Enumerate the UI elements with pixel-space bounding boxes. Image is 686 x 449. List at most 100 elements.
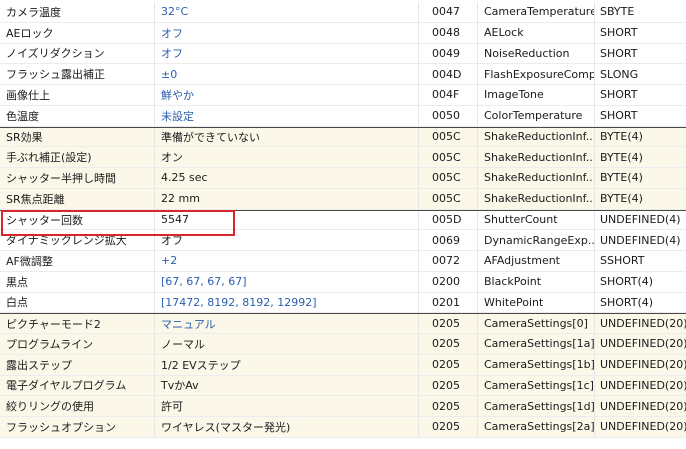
cell-tag-id: 0201 bbox=[419, 292, 478, 313]
table-row[interactable]: シャッター回数 5547 005D ShutterCount UNDEFINED(4) bbox=[0, 209, 686, 231]
cell-tag-id: 005C bbox=[419, 188, 478, 209]
table-row[interactable]: 黒点 [67, 67, 67, 67] 0200 BlackPoint SHORT(4) bbox=[0, 271, 686, 293]
cell-tag-id: 004D bbox=[419, 64, 478, 84]
cell-tag-name: DynamicRangeExp... bbox=[478, 230, 595, 250]
cell-tag-name: CameraTemperature bbox=[478, 2, 595, 22]
cell-name: ノイズリダクション bbox=[0, 43, 155, 64]
cell-value: 鮮やか bbox=[155, 85, 419, 105]
cell-type: SBYTE bbox=[600, 5, 635, 19]
cell-name: 電子ダイヤルプログラム bbox=[0, 375, 155, 396]
cell-tag-id: 0205 bbox=[419, 354, 478, 375]
table-row[interactable]: 白点 [17472, 8192, 8192, 12992] 0201 WhitePoi… bbox=[0, 292, 686, 314]
cell-tag-name: ShutterCount bbox=[478, 210, 595, 230]
cell-value: 1/2 EVステップ bbox=[155, 354, 419, 375]
cell-value: 4.25 sec bbox=[155, 168, 419, 188]
cell-value: 22 mm bbox=[155, 188, 419, 209]
table-row[interactable]: ダイナミックレンジ拡大 オフ 0069 DynamicRangeExp... UNDEF… bbox=[0, 230, 686, 251]
cell-name: 白点 bbox=[0, 292, 155, 313]
cell-type: SHORT bbox=[600, 88, 638, 102]
cell-value: マニュアル bbox=[155, 314, 419, 333]
table-row[interactable]: AF微調整 +2 0072 AFAdjustment SSHORT bbox=[0, 251, 686, 272]
cell-tag-name: CameraSettings[2a] bbox=[478, 417, 595, 437]
cell-value: オフ bbox=[155, 43, 419, 64]
cell-tag-id: 0069 bbox=[419, 230, 478, 250]
cell-name: カメラ温度 bbox=[0, 2, 155, 22]
table-row[interactable]: カメラ温度 32°C 0047 CameraTemperature SBYTE bbox=[0, 2, 686, 23]
cell-value: [17472, 8192, 8192, 12992] bbox=[155, 292, 419, 313]
cell-tag-name: ShakeReductionInf... bbox=[478, 127, 595, 147]
cell-value: TvかAv bbox=[155, 375, 419, 396]
cell-name: SR焦点距離 bbox=[0, 188, 155, 209]
cell-name: フラッシュオプション bbox=[0, 417, 155, 437]
cell-name: AEロック bbox=[0, 22, 155, 43]
table-row[interactable]: 絞りリングの使用 許可 0205 CameraSettings[1d] UNDEFINE… bbox=[0, 396, 686, 417]
cell-name: シャッター回数 bbox=[0, 210, 155, 230]
cell-value: オン bbox=[155, 147, 419, 167]
cell-value: 未設定 bbox=[155, 105, 419, 126]
cell-value: オフ bbox=[155, 22, 419, 43]
cell-type: UNDEFINED(20) bbox=[600, 420, 686, 434]
table-row[interactable]: 電子ダイヤルプログラム TvかAv 0205 CameraSettings[1c] UN… bbox=[0, 375, 686, 397]
cell-tag-name: ColorTemperature bbox=[478, 105, 595, 126]
cell-type: BYTE(4) bbox=[600, 150, 643, 164]
cell-tag-id: 005C bbox=[419, 168, 478, 188]
cell-type: BYTE(4) bbox=[600, 192, 643, 206]
table-row[interactable]: SR効果 準備ができていない 005C ShakeReductionInf... BYT… bbox=[0, 126, 686, 148]
cell-tag-name: AFAdjustment bbox=[478, 251, 595, 271]
cell-name: SR効果 bbox=[0, 127, 155, 147]
cell-type: UNDEFINED(4) bbox=[600, 233, 681, 247]
cell-type: UNDEFINED(4) bbox=[600, 213, 681, 227]
table-row[interactable]: プログラムライン ノーマル 0205 CameraSettings[1a] UNDEFI… bbox=[0, 334, 686, 355]
cell-type: BYTE(4) bbox=[600, 171, 643, 185]
cell-tag-id: 0200 bbox=[419, 271, 478, 292]
cell-value: [67, 67, 67, 67] bbox=[155, 271, 419, 292]
cell-name: 露出ステップ bbox=[0, 354, 155, 375]
cell-tag-name: NoiseReduction bbox=[478, 43, 595, 64]
cell-name: AF微調整 bbox=[0, 251, 155, 271]
cell-value: 準備ができていない bbox=[155, 127, 419, 147]
table-row[interactable]: フラッシュ露出補正 ±0 004D FlashExposureComp SLONG bbox=[0, 64, 686, 85]
table-row[interactable]: 手ぶれ補正(設定) オン 005C ShakeReductionInf... BYTE(… bbox=[0, 147, 686, 168]
table-row[interactable]: 画像仕上 鮮やか 004F ImageTone SHORT bbox=[0, 85, 686, 106]
cell-tag-name: CameraSettings[1a] bbox=[478, 334, 595, 354]
cell-name: プログラムライン bbox=[0, 334, 155, 354]
table-row[interactable]: 色温度 未設定 0050 ColorTemperature SHORT bbox=[0, 105, 686, 127]
cell-type: BYTE(4) bbox=[600, 130, 643, 144]
cell-tag-id: 0205 bbox=[419, 334, 478, 354]
exif-table: カメラ温度 32°C 0047 CameraTemperature SBYTE AEロック… bbox=[0, 2, 686, 438]
table-row[interactable]: ピクチャーモード2 マニュアル 0205 CameraSettings[0] UNDEF… bbox=[0, 313, 686, 334]
cell-tag-id: 004F bbox=[419, 85, 478, 105]
cell-name: シャッター半押し時間 bbox=[0, 168, 155, 188]
cell-value: 5547 bbox=[155, 210, 419, 230]
cell-tag-name: WhitePoint bbox=[478, 292, 595, 313]
table-row[interactable]: ノイズリダクション オフ 0049 NoiseReduction SHORT bbox=[0, 43, 686, 65]
cell-tag-id: 0047 bbox=[419, 2, 478, 22]
table-row[interactable]: AEロック オフ 0048 AELock SHORT bbox=[0, 22, 686, 44]
cell-type: UNDEFINED(20) bbox=[600, 337, 686, 351]
cell-type: SHORT(4) bbox=[600, 295, 654, 309]
table-row[interactable]: フラッシュオプション ワイヤレス(マスター発光) 0205 CameraSetting… bbox=[0, 417, 686, 438]
cell-value: 32°C bbox=[155, 2, 419, 22]
cell-value: ±0 bbox=[155, 64, 419, 84]
cell-type: UNDEFINED(20) bbox=[600, 399, 686, 413]
cell-tag-id: 0049 bbox=[419, 43, 478, 64]
table-row[interactable]: シャッター半押し時間 4.25 sec 005C ShakeReductionInf.… bbox=[0, 168, 686, 189]
cell-tag-name: CameraSettings[1b] bbox=[478, 354, 595, 375]
cell-value: 許可 bbox=[155, 396, 419, 416]
cell-value: ノーマル bbox=[155, 334, 419, 354]
cell-tag-name: AELock bbox=[478, 22, 595, 43]
cell-tag-id: 0048 bbox=[419, 22, 478, 43]
cell-tag-name: CameraSettings[1c] bbox=[478, 375, 595, 396]
cell-tag-id: 005C bbox=[419, 127, 478, 147]
cell-name: 黒点 bbox=[0, 271, 155, 292]
cell-tag-name: BlackPoint bbox=[478, 271, 595, 292]
cell-type: UNDEFINED(20) bbox=[600, 317, 686, 331]
cell-value: +2 bbox=[155, 251, 419, 271]
cell-type: SHORT bbox=[600, 46, 638, 60]
cell-name: 絞りリングの使用 bbox=[0, 396, 155, 416]
table-row[interactable]: SR焦点距離 22 mm 005C ShakeReductionInf... BYTE(… bbox=[0, 188, 686, 210]
cell-tag-name: CameraSettings[0] bbox=[478, 314, 595, 333]
table-row[interactable]: 露出ステップ 1/2 EVステップ 0205 CameraSettings[1b] UN… bbox=[0, 354, 686, 376]
cell-name: フラッシュ露出補正 bbox=[0, 64, 155, 84]
cell-name: 画像仕上 bbox=[0, 85, 155, 105]
